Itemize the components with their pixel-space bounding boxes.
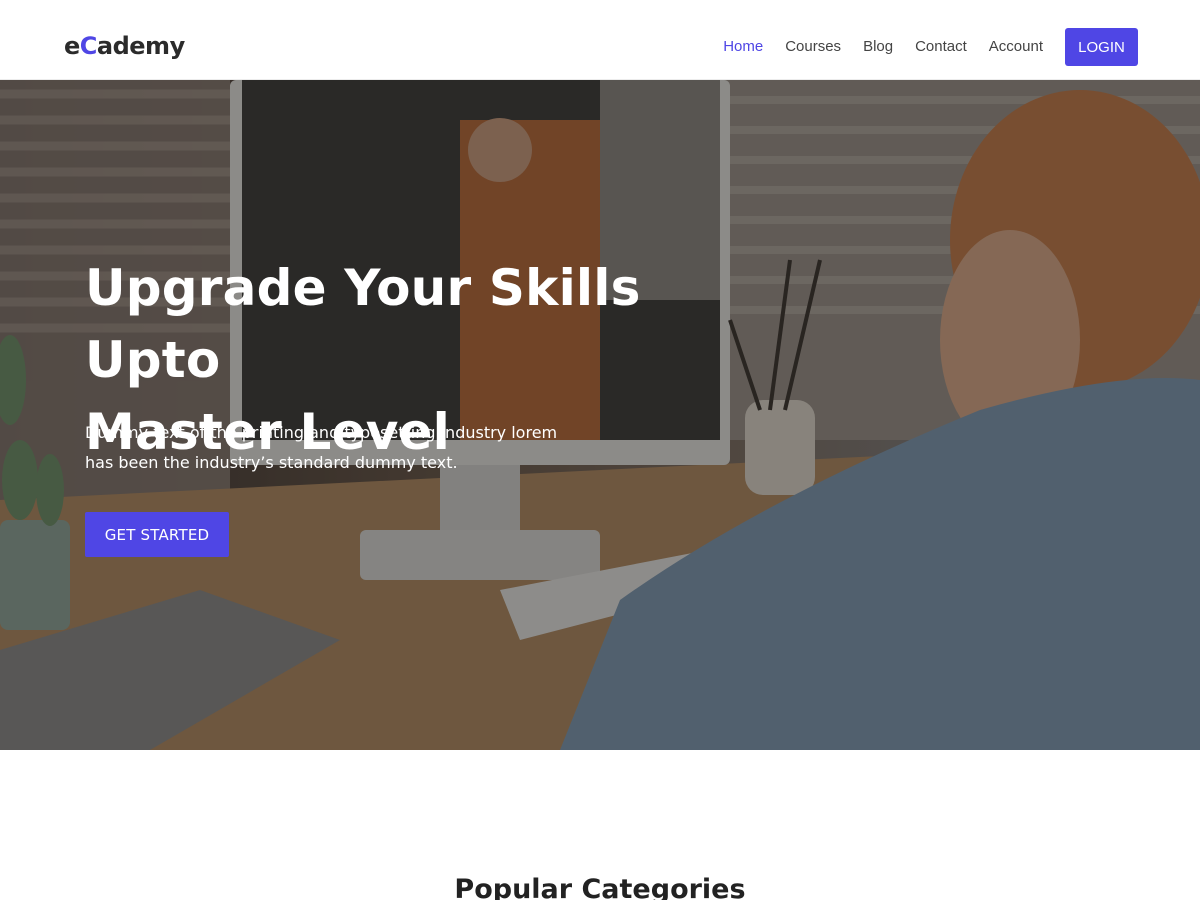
site-header: eCademy Home Courses Blog Contact Accoun… <box>0 0 1200 80</box>
logo-suffix: ademy <box>96 32 185 60</box>
get-started-button[interactable]: GET STARTED <box>85 512 229 557</box>
hero-subtitle-line-1: Dummy text of the printing and typesetti… <box>85 423 558 442</box>
hero-subtitle: Dummy text of the printing and typesetti… <box>85 418 565 478</box>
login-button[interactable]: LOGIN <box>1065 28 1138 66</box>
main-nav: Home Courses Blog Contact Account LOGIN <box>701 28 1138 66</box>
hero-banner: Upgrade Your Skills Upto Master Level Du… <box>0 80 1200 750</box>
nav-link-blog[interactable]: Blog <box>863 28 893 66</box>
nav-link-home[interactable]: Home <box>723 28 763 66</box>
logo-prefix: e <box>64 32 80 60</box>
hero-subtitle-line-2: has been the industry’s standard dummy t… <box>85 453 458 472</box>
nav-link-contact[interactable]: Contact <box>915 28 967 66</box>
nav-link-courses[interactable]: Courses <box>785 28 841 66</box>
section-title-popular-categories: Popular Categories <box>454 874 746 900</box>
brand-logo[interactable]: eCademy <box>64 30 185 62</box>
nav-link-account[interactable]: Account <box>989 28 1043 66</box>
logo-accent-letter: C <box>79 32 98 60</box>
hero-heading-line-1: Upgrade Your Skills Upto <box>85 259 641 389</box>
